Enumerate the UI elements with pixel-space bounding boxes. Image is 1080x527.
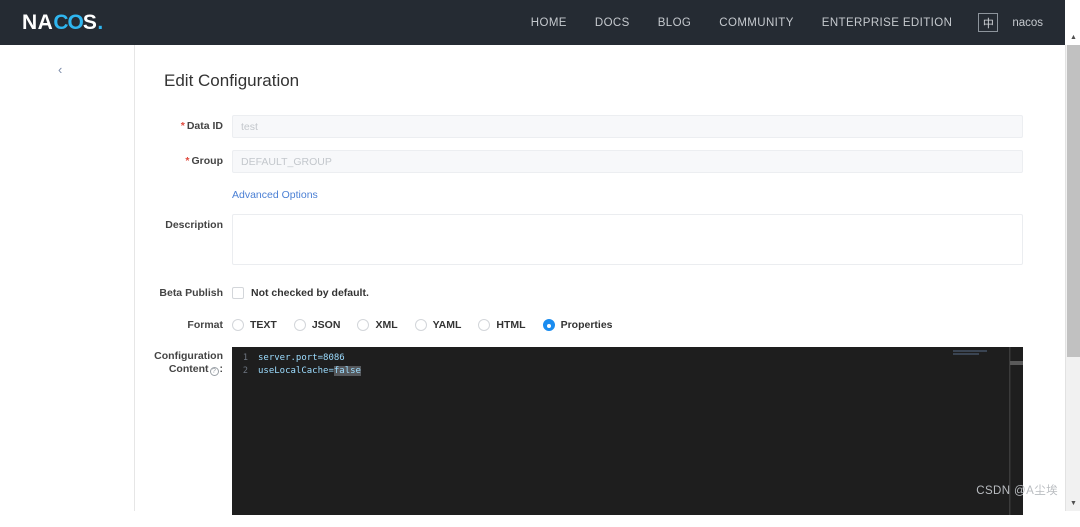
code-text-selected: false [334, 366, 361, 376]
page-title: Edit Configuration [164, 71, 299, 91]
nacos-logo[interactable]: NACOS. [22, 12, 104, 33]
format-radio-html[interactable]: HTML [478, 319, 525, 331]
brand-text-mid: CO [53, 12, 83, 33]
format-radio-properties-label: Properties [561, 319, 613, 331]
required-asterisk: * [181, 120, 185, 132]
nav-item-docs[interactable]: DOCS [581, 17, 644, 29]
sidebar: ‹ [0, 45, 135, 511]
configuration-content-label-line2-text: Content [169, 363, 209, 375]
group-label: *Group [136, 150, 232, 172]
format-radio-yaml[interactable]: YAML [415, 319, 462, 331]
format-radio-json[interactable]: JSON [294, 319, 341, 331]
radio-circle-icon [232, 319, 244, 331]
brand-dot: . [97, 12, 103, 33]
line-number: 1 [232, 353, 258, 363]
editor-minimap[interactable] [953, 350, 1009, 357]
code-text: useLocalCache= [258, 366, 334, 376]
form-row-group: *Group [136, 150, 1036, 173]
data-id-label-text: Data ID [187, 120, 223, 132]
form-row-format: Format TEXT JSON XML [136, 314, 1036, 336]
format-label: Format [136, 314, 232, 336]
nav-links: HOME DOCS BLOG COMMUNITY ENTERPRISE EDIT… [517, 0, 1065, 45]
language-toggle-button[interactable]: 中 [978, 13, 998, 32]
user-menu[interactable]: nacos [1012, 17, 1065, 29]
code-lines: 1 server.port=8086 2 useLocalCache=false [232, 347, 1023, 377]
data-id-input[interactable] [232, 115, 1023, 138]
format-radio-json-label: JSON [312, 319, 341, 331]
data-id-label: *Data ID [136, 115, 232, 137]
format-radio-properties[interactable]: Properties [543, 319, 613, 331]
scroll-down-arrow-icon[interactable]: ▼ [1066, 496, 1080, 511]
form-row-description: Description [136, 214, 1036, 270]
configuration-content-label-line2: Content?: [136, 363, 223, 376]
editor-scrollbar-track[interactable] [1010, 347, 1023, 515]
minimap-line [953, 353, 979, 355]
scroll-up-arrow-icon[interactable]: ▲ [1066, 30, 1080, 45]
form-row-data-id: *Data ID [136, 115, 1036, 138]
editor-scrollbar-thumb[interactable] [1010, 361, 1023, 365]
format-radio-xml[interactable]: XML [357, 319, 397, 331]
code-line: 1 server.port=8086 [232, 351, 1023, 364]
required-asterisk: * [185, 155, 189, 167]
radio-circle-icon [294, 319, 306, 331]
configuration-content-label: Configuration Content?: [136, 347, 232, 376]
configuration-content-editor[interactable]: 1 server.port=8086 2 useLocalCache=false [232, 347, 1023, 515]
brand-text-pre: NA [22, 12, 53, 33]
format-radio-text-label: TEXT [250, 319, 277, 331]
group-input[interactable] [232, 150, 1023, 173]
configuration-content-label-line1: Configuration [136, 350, 223, 363]
top-navigation-bar: NACOS. HOME DOCS BLOG COMMUNITY ENTERPRI… [0, 0, 1065, 45]
format-radio-xml-label: XML [375, 319, 397, 331]
radio-circle-icon [478, 319, 490, 331]
code-line: 2 useLocalCache=false [232, 364, 1023, 377]
beta-publish-checkbox[interactable] [232, 287, 244, 299]
line-number: 2 [232, 366, 258, 376]
format-radio-yaml-label: YAML [433, 319, 462, 331]
nav-item-home[interactable]: HOME [517, 17, 581, 29]
main-content: Edit Configuration *Data ID *Group Advan… [136, 45, 1065, 511]
form-row-advanced-options: Advanced Options [136, 185, 1036, 205]
advanced-options-link[interactable]: Advanced Options [232, 185, 318, 205]
page-scrollbar-track[interactable]: ▲ ▼ [1065, 45, 1080, 511]
nav-item-blog[interactable]: BLOG [644, 17, 706, 29]
group-label-text: Group [192, 155, 224, 167]
help-question-icon[interactable]: ? [210, 367, 219, 376]
radio-circle-icon [415, 319, 427, 331]
form-row-beta-publish: Beta Publish Not checked by default. [136, 282, 1036, 304]
beta-publish-label: Beta Publish [136, 282, 232, 304]
nav-item-enterprise-edition[interactable]: ENTERPRISE EDITION [808, 17, 967, 29]
nav-item-community[interactable]: COMMUNITY [705, 17, 808, 29]
beta-publish-checkbox-label: Not checked by default. [251, 287, 369, 299]
format-radio-text[interactable]: TEXT [232, 319, 277, 331]
description-label: Description [136, 214, 232, 236]
configuration-content-label-colon: : [220, 363, 224, 375]
minimap-line [953, 350, 987, 352]
code-text: server.port=8086 [258, 353, 345, 363]
radio-circle-selected-icon [543, 319, 555, 331]
page-scrollbar-thumb[interactable] [1067, 45, 1080, 357]
format-radio-group: TEXT JSON XML YAML [232, 314, 1036, 336]
edit-configuration-form: *Data ID *Group Advanced Options Descrip… [136, 115, 1036, 527]
format-radio-html-label: HTML [496, 319, 525, 331]
brand-text-post: S [83, 12, 98, 33]
radio-circle-icon [357, 319, 369, 331]
form-row-configuration-content: Configuration Content?: 1 server.port=80… [136, 347, 1036, 515]
chevron-left-icon[interactable]: ‹ [58, 63, 62, 76]
description-textarea[interactable] [232, 214, 1023, 265]
